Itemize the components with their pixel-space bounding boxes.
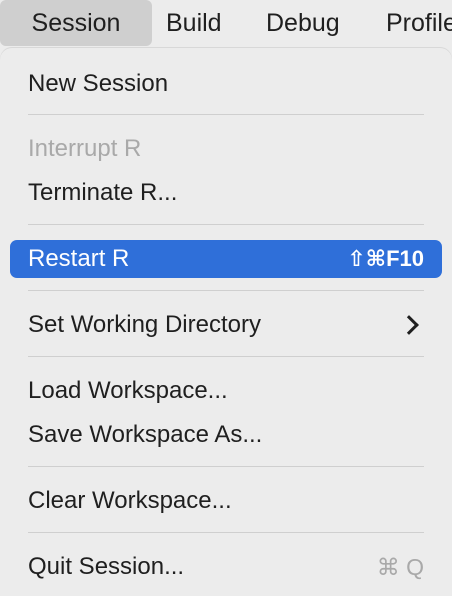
- menu-separator: [28, 356, 424, 357]
- menu-item-label: Clear Workspace...: [28, 487, 232, 514]
- menu-separator: [28, 224, 424, 225]
- menu-separator: [28, 114, 424, 115]
- chevron-right-icon: [399, 315, 419, 335]
- menu-item-label: New Session: [28, 70, 169, 97]
- menu-item-load-workspace[interactable]: Load Workspace...: [10, 372, 442, 410]
- menu-item-restart-r[interactable]: Restart R ⇧⌘F10: [10, 240, 442, 278]
- menu-separator: [28, 290, 424, 291]
- menu-item-interrupt-r: Interrupt R: [10, 130, 442, 168]
- menu-item-clear-workspace[interactable]: Clear Workspace...: [10, 482, 442, 520]
- menu-item-label: Interrupt R: [28, 135, 142, 162]
- shortcut-cmd-q: ⌘ Q: [376, 554, 424, 580]
- menu-item-terminate-r[interactable]: Terminate R...: [10, 174, 442, 212]
- menu-item-label: Set Working Directory: [28, 311, 261, 338]
- menu-item-label: Restart R: [28, 245, 130, 272]
- menu-item-label: Quit Session...: [28, 553, 185, 580]
- menu-bar: Session Build Debug Profile: [0, 0, 452, 47]
- menu-item-set-working-directory[interactable]: Set Working Directory: [10, 306, 442, 344]
- menu-item-quit-session[interactable]: Quit Session... ⌘ Q: [10, 548, 442, 586]
- menubar-session[interactable]: Session: [0, 0, 152, 46]
- menu-separator: [28, 532, 424, 533]
- shortcut-shift-cmd-f10: ⇧⌘F10: [347, 246, 424, 271]
- menu-separator: [28, 466, 424, 467]
- menubar-profile[interactable]: Profile: [386, 0, 452, 46]
- menu-item-label: Load Workspace...: [28, 377, 228, 404]
- menubar-debug[interactable]: Debug: [266, 0, 340, 46]
- menu-item-save-workspace-as[interactable]: Save Workspace As...: [10, 416, 442, 454]
- menu-item-label: Save Workspace As...: [28, 421, 263, 448]
- session-menu: New Session Interrupt R Terminate R... R…: [0, 47, 452, 596]
- menu-item-label: Terminate R...: [28, 179, 178, 206]
- menubar-build[interactable]: Build: [166, 0, 222, 46]
- menu-item-new-session[interactable]: New Session: [10, 65, 442, 103]
